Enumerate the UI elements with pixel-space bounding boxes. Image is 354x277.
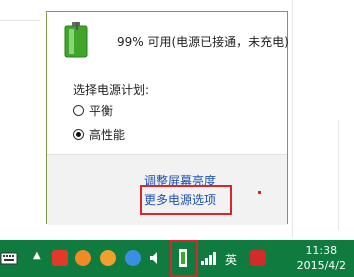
taskbar-clock[interactable]: 11:38 2015/4/2	[297, 243, 346, 273]
power-plan-label: 选择电源计划:	[73, 83, 150, 97]
clock-date: 2015/4/2	[296, 259, 346, 272]
wifi-signal-icon[interactable]	[200, 251, 216, 265]
highlight-more-power-options	[140, 185, 232, 215]
tray-app-browser-icon[interactable]	[125, 250, 141, 266]
sogou-ime-icon[interactable]	[250, 250, 266, 266]
background-divider-right	[292, 0, 293, 238]
annotation-dot	[258, 191, 261, 194]
input-method-label[interactable]: 英	[225, 251, 237, 268]
tray-app-red-icon[interactable]	[52, 250, 68, 266]
highlight-battery-tray	[170, 240, 198, 277]
plan-balanced-option[interactable]: 平衡	[73, 102, 113, 118]
plan-high-performance-label: 高性能	[89, 127, 126, 142]
radio-high-performance[interactable]	[73, 128, 84, 140]
clock-time: 11:38	[305, 244, 338, 257]
taskbar: ▲ 英 11:38 2015/4/2	[0, 240, 354, 277]
plan-balanced-label: 平衡	[89, 103, 114, 118]
battery-icon	[64, 22, 88, 58]
show-hidden-icons-chevron-icon[interactable]: ▲	[33, 250, 41, 261]
background-divider-left	[0, 20, 40, 21]
tray-app-monkey-2-icon[interactable]	[100, 250, 116, 266]
plan-high-performance-option[interactable]: 高性能	[73, 126, 125, 142]
volume-icon[interactable]	[148, 250, 162, 266]
battery-status-text: 99% 可用(电源已接通，未充电)	[117, 35, 289, 49]
keyboard-icon[interactable]	[0, 249, 18, 267]
radio-balanced[interactable]	[73, 104, 84, 116]
background-divider-right-2	[338, 120, 339, 230]
tray-app-monkey-icon[interactable]	[75, 250, 91, 266]
